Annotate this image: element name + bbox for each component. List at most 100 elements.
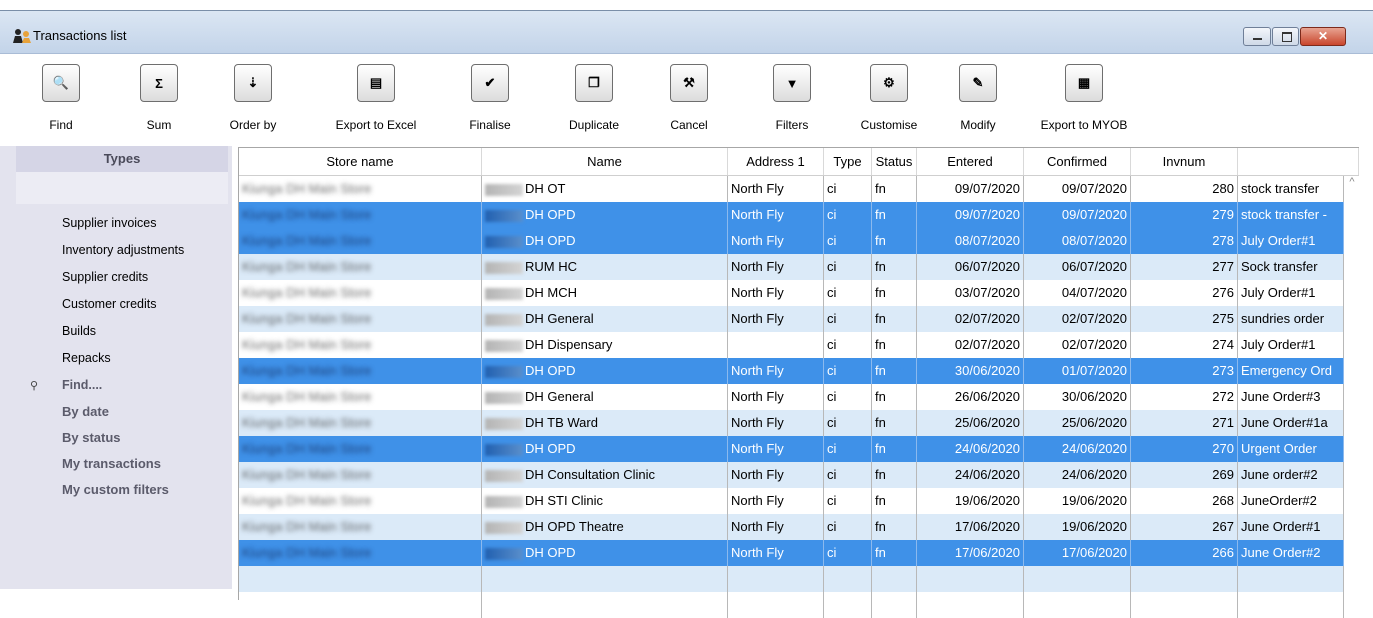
- cell-type: ci: [824, 280, 872, 306]
- table-row[interactable]: Kiunga DH Main Store DH OPD North Fly ci fn 3…: [239, 358, 1344, 384]
- table-row[interactable]: Kiunga DH Main Store DH General North Fly c…: [239, 384, 1344, 410]
- export-to-excel-button[interactable]: ▤ Export to Excel: [318, 54, 434, 146]
- table-row[interactable]: Kiunga DH Main Store DH OPD North Fly ci fn 0…: [239, 228, 1344, 254]
- column-header[interactable]: [1238, 148, 1359, 175]
- redacted-prefix: [485, 391, 523, 404]
- cell-type: ci: [824, 540, 872, 566]
- cell-name-text: DH Dispensary: [525, 337, 613, 352]
- cell-comment: Urgent Order: [1238, 436, 1344, 462]
- table-row[interactable]: Kiunga DH Main Store DH OPD North Fly ci fn 0…: [239, 202, 1344, 228]
- cell-name-text: DH STI Clinic: [525, 493, 604, 508]
- sidebar-item-repacks[interactable]: Repacks: [62, 351, 111, 365]
- sidebar-item-supplier-invoices[interactable]: Supplier invoices: [62, 216, 157, 230]
- table-row[interactable]: Kiunga DH Main Store DH OT North Fly ci fn 09…: [239, 176, 1344, 202]
- filter-item-find[interactable]: Find....: [62, 378, 102, 392]
- redacted-store-name: Kiunga DH Main Store: [242, 493, 372, 508]
- cell-name-text: DH OPD: [525, 441, 576, 456]
- cell-entered: 24/06/2020: [917, 436, 1024, 462]
- find-button[interactable]: 🔍 Find: [31, 54, 91, 146]
- cancel-button[interactable]: ⚒ Cancel: [662, 54, 716, 146]
- filter-item-my-custom-filters[interactable]: My custom filters: [62, 482, 169, 497]
- cell-store: Kiunga DH Main Store: [239, 488, 482, 514]
- search-icon: ⚲: [30, 380, 39, 392]
- redacted-store-name: Kiunga DH Main Store: [242, 337, 372, 352]
- sidebar-item-inventory-adjustments[interactable]: Inventory adjustments: [62, 243, 184, 257]
- table-row[interactable]: Kiunga DH Main Store DH STI Clinic North F…: [239, 488, 1344, 514]
- duplicate-button[interactable]: ❐ Duplicate: [558, 54, 630, 146]
- maximize-button[interactable]: [1272, 27, 1299, 46]
- empty-table-row[interactable]: [239, 566, 1344, 592]
- cell-confirmed: 24/06/2020: [1024, 436, 1131, 462]
- cell-comment: JuneOrder#2: [1238, 488, 1344, 514]
- cell-confirmed: [1024, 592, 1131, 618]
- cell-comment: [1238, 566, 1344, 592]
- filters-button[interactable]: ▼ Filters: [762, 54, 822, 146]
- cell-invnum: 269: [1131, 462, 1238, 488]
- customise-button[interactable]: ⚙ Customise: [850, 54, 928, 146]
- cell-name-text: DH General: [525, 389, 594, 404]
- table-row[interactable]: Kiunga DH Main Store DH OPD North Fly ci fn 1…: [239, 540, 1344, 566]
- redacted-prefix: [485, 469, 523, 482]
- column-header[interactable]: Type: [824, 148, 872, 175]
- cell-status: fn: [872, 540, 917, 566]
- cell-type: ci: [824, 410, 872, 436]
- column-header[interactable]: Status: [872, 148, 917, 175]
- cell-name-text: DH OPD: [525, 207, 576, 222]
- order-by-button[interactable]: ⇣ Order by: [222, 54, 284, 146]
- cell-confirmed: 24/06/2020: [1024, 462, 1131, 488]
- cell-confirmed: 17/06/2020: [1024, 540, 1131, 566]
- table-row[interactable]: Kiunga DH Main Store DH OPD North Fly ci fn 2…: [239, 436, 1344, 462]
- cell-store: Kiunga DH Main Store: [239, 202, 482, 228]
- cell-store: [239, 592, 482, 618]
- redacted-store-name: Kiunga DH Main Store: [242, 233, 372, 248]
- sidebar-item-builds[interactable]: Builds: [62, 324, 96, 338]
- table-row[interactable]: Kiunga DH Main Store DH TB Ward North Fly c…: [239, 410, 1344, 436]
- sidebar-item-supplier-credits[interactable]: Supplier credits: [62, 270, 148, 284]
- cell-status: fn: [872, 488, 917, 514]
- table-row[interactable]: Kiunga DH Main Store DH Consultation Clin…: [239, 462, 1344, 488]
- sigma-icon: Σ: [140, 64, 178, 102]
- cell-comment: stock transfer -: [1238, 202, 1344, 228]
- column-header[interactable]: Invnum: [1131, 148, 1238, 175]
- sum-button[interactable]: Σ Sum: [134, 54, 184, 146]
- cell-entered: [917, 592, 1024, 618]
- cell-invnum: [1131, 592, 1238, 618]
- cell-store: [239, 566, 482, 592]
- finalise-button[interactable]: ✔ Finalise: [458, 54, 522, 146]
- cell-entered: 24/06/2020: [917, 462, 1024, 488]
- column-header[interactable]: Store name: [239, 148, 482, 175]
- cell-store: Kiunga DH Main Store: [239, 436, 482, 462]
- cell-name-text: DH OPD: [525, 233, 576, 248]
- modify-button[interactable]: ✎ Modify: [948, 54, 1008, 146]
- cell-name: DH OPD: [482, 228, 728, 254]
- cell-name: [482, 592, 728, 618]
- minimize-button[interactable]: [1243, 27, 1271, 46]
- redacted-prefix: [485, 261, 523, 274]
- filter-item-my-transactions[interactable]: My transactions: [62, 456, 161, 471]
- filter-item-by-status[interactable]: By status: [62, 430, 121, 445]
- cell-entered: 17/06/2020: [917, 514, 1024, 540]
- sidebar-item-customer-credits[interactable]: Customer credits: [62, 297, 156, 311]
- cell-invnum: 270: [1131, 436, 1238, 462]
- empty-table-row[interactable]: [239, 592, 1344, 618]
- filter-item-by-date[interactable]: By date: [62, 404, 109, 419]
- close-button[interactable]: [1300, 27, 1346, 46]
- table-row[interactable]: Kiunga DH Main Store RUM HC North Fly ci fn 0…: [239, 254, 1344, 280]
- table-row[interactable]: Kiunga DH Main Store DH OPD Theatre North …: [239, 514, 1344, 540]
- column-header[interactable]: Confirmed: [1024, 148, 1131, 175]
- cell-store: Kiunga DH Main Store: [239, 384, 482, 410]
- cell-type: ci: [824, 202, 872, 228]
- column-header[interactable]: Name: [482, 148, 728, 175]
- export-to-myob-button[interactable]: ▦ Export to MYOB: [1030, 54, 1138, 146]
- sort-icon: ⇣: [234, 64, 272, 102]
- column-header[interactable]: Entered: [917, 148, 1024, 175]
- redacted-store-name: Kiunga DH Main Store: [242, 467, 372, 482]
- cell-name: DH OPD Theatre: [482, 514, 728, 540]
- cell-entered: 09/07/2020: [917, 202, 1024, 228]
- scroll-up-arrow-icon[interactable]: ^: [1346, 176, 1358, 188]
- table-row[interactable]: Kiunga DH Main Store DH Dispensary ci fn 02/…: [239, 332, 1344, 358]
- column-header[interactable]: Address 1: [728, 148, 824, 175]
- table-row[interactable]: Kiunga DH Main Store DH General North Fly c…: [239, 306, 1344, 332]
- table-row[interactable]: Kiunga DH Main Store DH MCH North Fly ci fn 0…: [239, 280, 1344, 306]
- checkmark-icon: ✔: [471, 64, 509, 102]
